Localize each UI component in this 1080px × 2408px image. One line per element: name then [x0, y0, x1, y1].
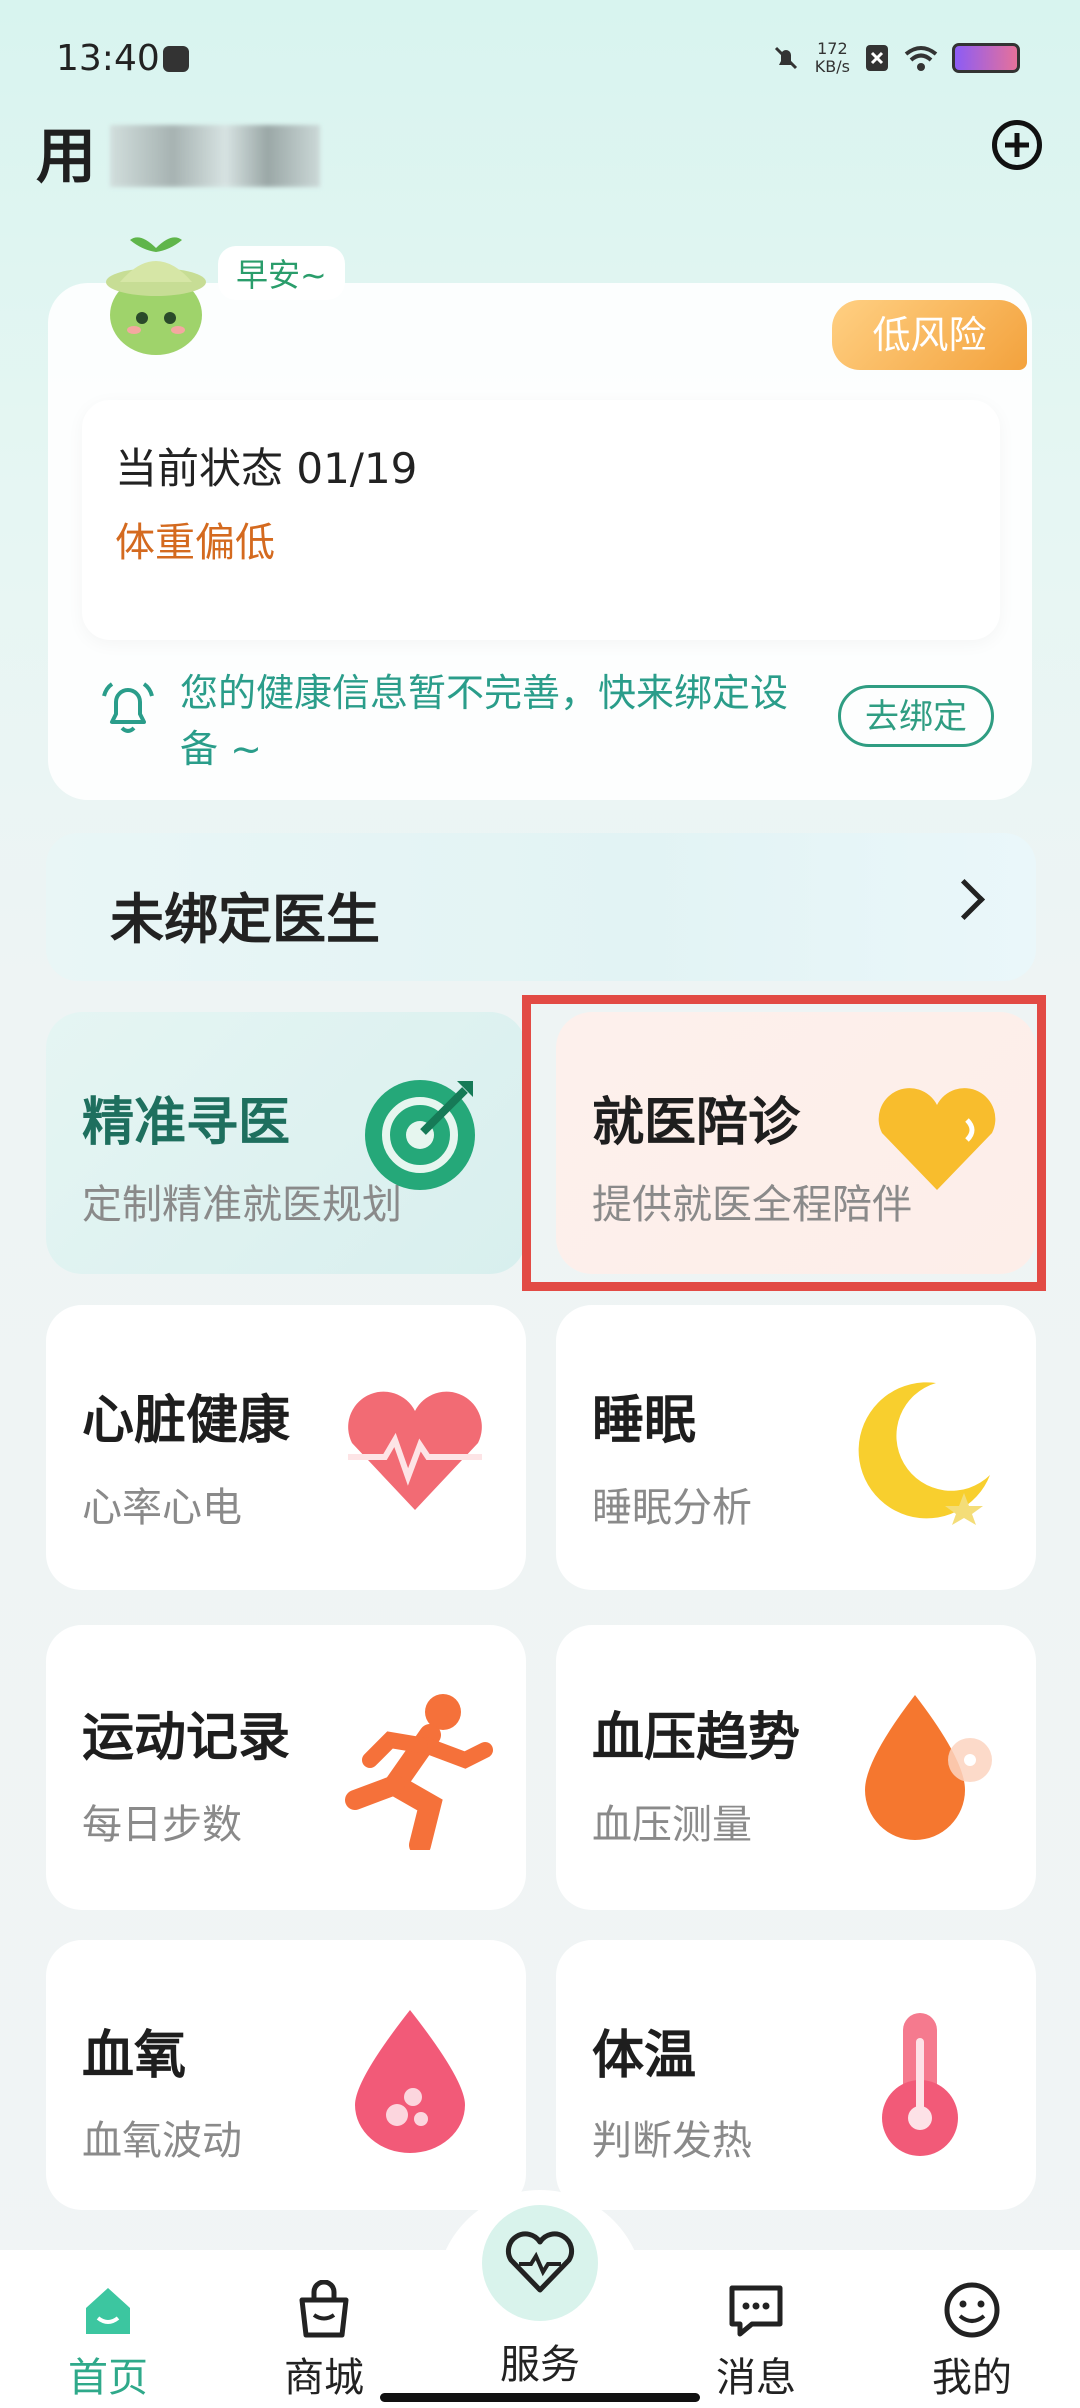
nav-label: 服务	[500, 2342, 580, 2388]
notification-icon	[163, 46, 189, 72]
running-person-icon	[345, 1694, 493, 1850]
tile-subtitle: 每日步数	[82, 1802, 242, 1848]
tile-title: 运动记录	[82, 1708, 291, 1768]
sprout-avatar-icon	[106, 237, 206, 355]
nav-label: 我的	[932, 2355, 1012, 2401]
tile-title: 精准寻医	[82, 1093, 291, 1153]
nav-label: 首页	[68, 2355, 148, 2401]
target-icon	[365, 1080, 475, 1190]
heart-pulse-icon	[505, 2231, 575, 2293]
tile-subtitle: 睡眠分析	[592, 1485, 752, 1531]
home-indicator	[380, 2393, 700, 2402]
message-icon	[729, 2285, 783, 2337]
tile-title: 体温	[592, 2026, 697, 2086]
blood-drop-icon	[865, 1695, 992, 1840]
shopping-bag-icon	[299, 2280, 349, 2338]
home-icon	[86, 2288, 130, 2334]
wifi-icon	[904, 46, 938, 71]
status-time: 13:40	[56, 38, 160, 79]
page-title: 用	[36, 122, 96, 192]
greeting-bubble: 早安~	[218, 246, 345, 300]
heart-pulse-icon	[348, 1391, 482, 1510]
battery-icon	[952, 43, 1020, 73]
weight-status: 体重偏低	[115, 520, 275, 566]
tile-subtitle: 判断发热	[592, 2118, 752, 2164]
smiley-icon	[944, 2282, 1000, 2338]
bind-device-button[interactable]: 去绑定	[838, 685, 994, 747]
tile-subtitle: 定制精准就医规划	[82, 1182, 402, 1228]
doctor-label: 未绑定医生	[110, 888, 380, 951]
tile-subtitle: 血压测量	[592, 1802, 752, 1848]
mute-bell-icon	[774, 46, 797, 70]
tile-title: 心脏健康	[82, 1391, 291, 1451]
tile-subtitle: 心率心电	[82, 1485, 242, 1531]
tile-title: 血氧	[82, 2026, 187, 2086]
redacted-username	[110, 125, 320, 187]
risk-badge: 低风险	[832, 300, 1027, 370]
net-speed: 172 KB/s	[814, 39, 850, 76]
bell-icon	[102, 682, 154, 733]
add-button[interactable]	[992, 120, 1042, 170]
nav-shop[interactable]: 商城	[244, 2280, 404, 2401]
thermometer-icon	[882, 2013, 958, 2156]
tile-subtitle: 血氧波动	[82, 2118, 242, 2164]
tile-title: 睡眠	[592, 1391, 697, 1451]
nav-label: 消息	[716, 2355, 796, 2401]
nav-me[interactable]: 我的	[892, 2280, 1052, 2401]
nav-service[interactable]: 服务	[460, 2205, 620, 2390]
nav-home[interactable]: 首页	[28, 2280, 188, 2401]
current-status-text: 当前状态 01/19	[115, 444, 418, 493]
bind-device-tip: 您的健康信息暂不完善，快来绑定设备 ~	[180, 671, 789, 771]
tile-title: 血压趋势	[592, 1708, 801, 1768]
moon-icon	[858, 1382, 990, 1525]
status-icons: 172 KB/s	[771, 40, 1020, 76]
nav-messages[interactable]: 消息	[676, 2280, 836, 2401]
no-sim-icon	[866, 45, 888, 71]
oxygen-drop-icon	[355, 2010, 465, 2153]
highlight-box	[522, 995, 1046, 1291]
